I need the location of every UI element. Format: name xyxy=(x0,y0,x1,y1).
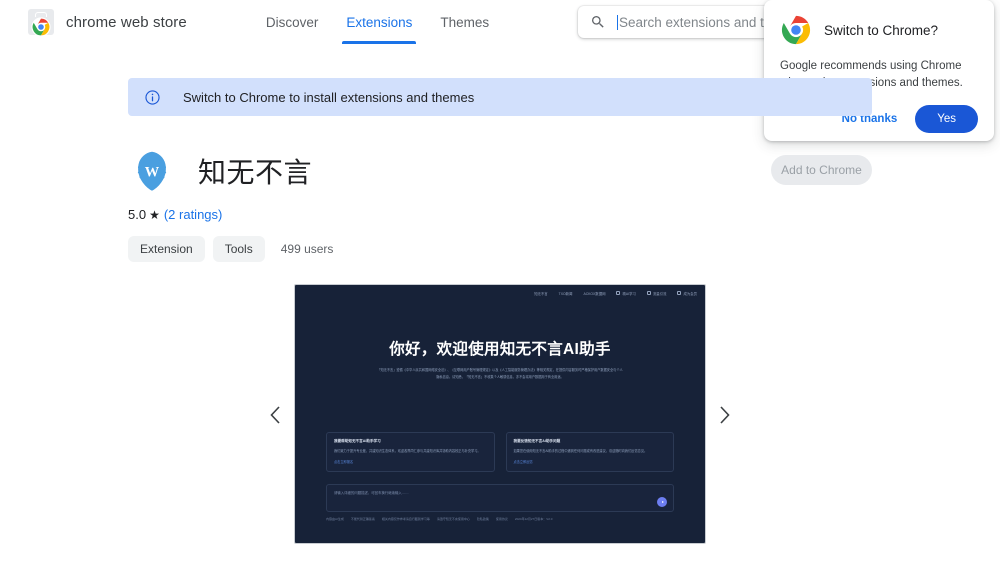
nav-item-extensions[interactable]: Extensions xyxy=(332,0,426,44)
screenshot-subtitle: 「知无不言」遵循《中华人民共和国网络安全法》、《互联网用户账号管理规定》以及《人… xyxy=(377,368,623,379)
screenshot-nav-item: 成为会员 xyxy=(677,291,697,296)
screenshot-nav-item: 流量引流 xyxy=(646,291,666,296)
dialog-title: Switch to Chrome? xyxy=(824,22,939,38)
chevron-right-icon xyxy=(720,406,730,424)
screenshot-image[interactable]: 知无不言 TXO新闻 ACKOX数据网 精AI学习 流量引流 成为会员 你好，欢… xyxy=(294,284,706,544)
screenshot-nav-item: 知无不言 xyxy=(534,291,548,296)
extension-title-row: W 知无不言 xyxy=(128,147,333,195)
send-icon xyxy=(657,497,667,507)
dialog-header: Switch to Chrome? xyxy=(780,14,978,46)
screenshot-footer-item: 相关内容仅作参考请自行甄别学习等 xyxy=(381,517,430,521)
carousel-prev-button[interactable] xyxy=(262,402,288,428)
screenshot-nav-item: ACKOX数据网 xyxy=(583,291,606,296)
screenshot-cards: 我要帮助知无不言AI助手学习 我们致力于提升专业度，共建知识生态体系，欢迎各界同… xyxy=(326,432,674,473)
brand-link[interactable]: chrome web store xyxy=(28,9,187,37)
screenshot-hero: 你好，欢迎使用知无不言AI助手 「知无不言」遵循《中华人民共和国网络安全法》、《… xyxy=(295,337,705,380)
screenshot-topnav: 知无不言 TXO新闻 ACKOX数据网 精AI学习 流量引流 成为会员 xyxy=(295,285,705,301)
add-to-chrome-button[interactable]: Add to Chrome xyxy=(771,155,872,185)
users-count: 499 users xyxy=(280,242,334,256)
extension-header: W 知无不言 5.0 ★ (2 ratings) Extension Tools… xyxy=(128,147,333,262)
nav-item-discover[interactable]: Discover xyxy=(252,0,333,44)
screenshot-card-title: 我要帮助知无不言AI助手学习 xyxy=(334,439,381,443)
screenshot-footer-item: 使用协议 xyxy=(495,517,508,521)
chip-extension[interactable]: Extension xyxy=(128,236,205,262)
screenshot-card-link: 点击立即报名 xyxy=(334,460,354,465)
screenshot-card: 我要帮助知无不言AI助手学习 我们致力于提升专业度，共建知识生态体系，欢迎各界同… xyxy=(326,432,495,473)
chrome-web-store-logo-icon xyxy=(28,9,54,37)
screenshot-carousel: 知无不言 TXO新闻 ACKOX数据网 精AI学习 流量引流 成为会员 你好，欢… xyxy=(250,284,750,546)
rating-count-link[interactable]: (2 ratings) xyxy=(164,207,223,222)
brand-name: chrome web store xyxy=(66,13,187,31)
laurel-wreath-w-icon: W xyxy=(137,151,167,191)
screenshot-card-body: 如果您在使用知无不言AI助手的过程中遇到任何问题或有改进建议，欢迎随时向我们反馈… xyxy=(513,449,648,453)
screenshot-prompt-placeholder: 请输入详细的问题描述，可回车换行继续输入…… xyxy=(334,491,409,495)
chrome-web-store-page: chrome web store Discover Extensions The… xyxy=(0,0,1000,562)
search-icon xyxy=(592,16,604,28)
nav-item-themes[interactable]: Themes xyxy=(426,0,503,44)
screenshot-card-body: 我们致力于提升专业度，共建知识生态体系，欢迎各界同仁参与共建知识库并协助内容校正… xyxy=(334,449,481,453)
main-nav: Discover Extensions Themes xyxy=(252,0,503,44)
screenshot-footer-item: 请遵守知无不言使用中心 xyxy=(436,517,470,521)
chip-tools[interactable]: Tools xyxy=(212,236,265,262)
chevron-left-icon xyxy=(270,406,280,424)
screenshot-prompt-input: 请输入详细的问题描述，可回车换行继续输入…… xyxy=(326,484,674,512)
screenshot-card-link: 点击立即反馈 xyxy=(513,460,533,465)
carousel-next-button[interactable] xyxy=(712,402,738,428)
screenshot-footer-item: 内容由AI生成 xyxy=(326,517,344,521)
extension-name: 知无不言 xyxy=(198,157,313,188)
screenshot-footer-item: 隐私政策 xyxy=(476,517,489,521)
screenshot-card-title: 我要反馈知无不言AI助手问题 xyxy=(513,439,561,443)
screenshot-footer-item: 2024年12月27日版本：V2.0 xyxy=(514,517,553,521)
yes-button[interactable]: Yes xyxy=(915,105,978,134)
screenshot-nav-item: 精AI学习 xyxy=(616,291,636,296)
screenshot-footer: 内容由AI生成 不能代替正确答案 相关内容仅作参考请自行甄别学习等 请遵守知无不… xyxy=(326,517,674,521)
meta-chips-row: Extension Tools 499 users xyxy=(128,236,333,262)
svg-text:W: W xyxy=(145,164,160,180)
rating-value: 5.0 xyxy=(128,207,147,222)
switch-to-chrome-banner: Switch to Chrome to install extensions a… xyxy=(128,78,872,116)
switch-to-chrome-dialog: Switch to Chrome? Google recommends usin… xyxy=(764,0,994,141)
screenshot-card: 我要反馈知无不言AI助手问题 如果您在使用知无不言AI助手的过程中遇到任何问题或… xyxy=(505,432,674,473)
chrome-logo-icon xyxy=(780,14,812,46)
rating-row: 5.0 ★ (2 ratings) xyxy=(128,207,333,222)
search-text-cursor xyxy=(617,14,618,30)
screenshot-footer-item: 不能代替正确答案 xyxy=(350,517,375,521)
star-icon: ★ xyxy=(149,207,160,222)
screenshot-title: 你好，欢迎使用知无不言AI助手 xyxy=(389,341,611,358)
info-icon xyxy=(145,89,160,105)
screenshot-nav-item: TXO新闻 xyxy=(558,291,573,296)
banner-text: Switch to Chrome to install extensions a… xyxy=(183,89,475,105)
